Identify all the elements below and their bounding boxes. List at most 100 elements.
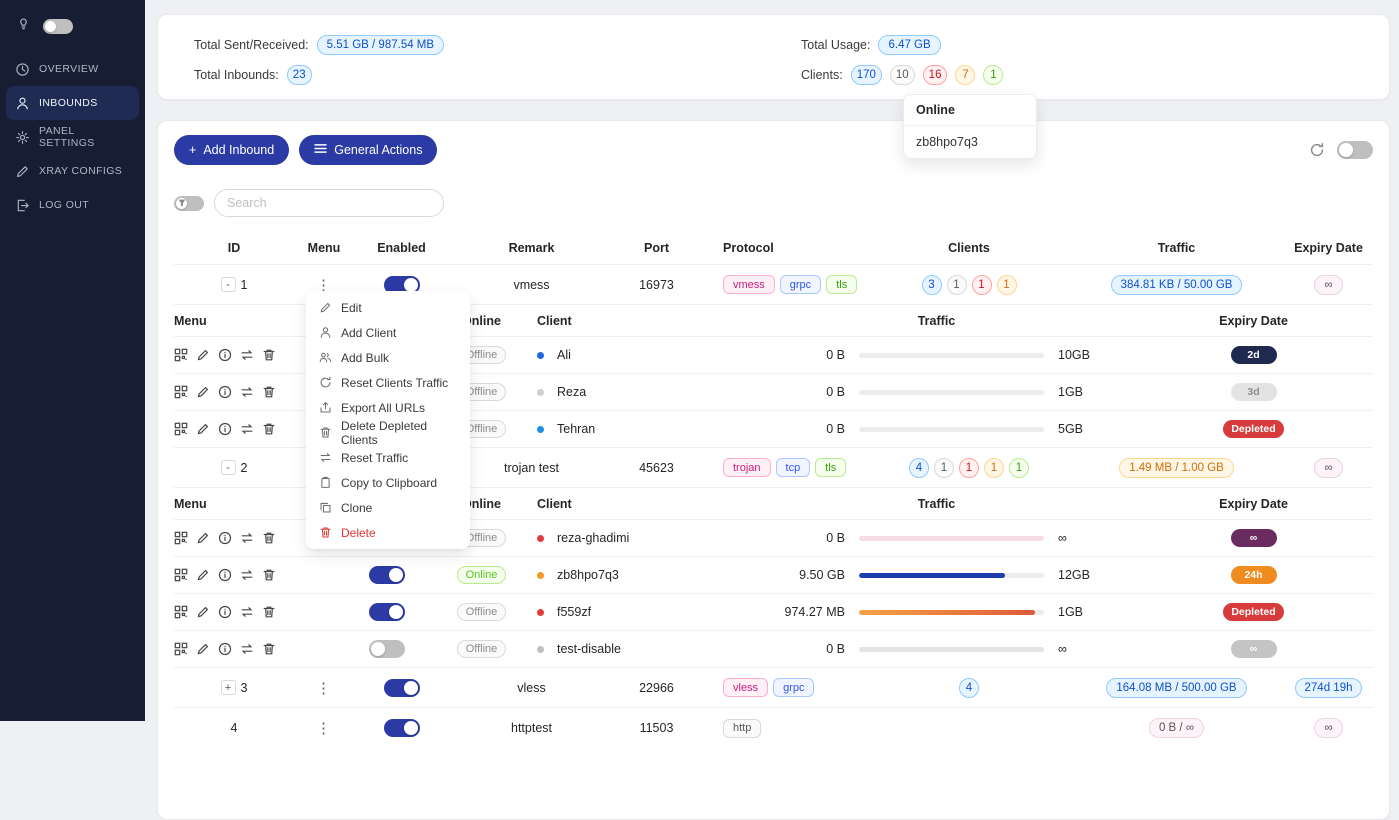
- edit-icon[interactable]: [196, 348, 210, 362]
- client-traffic-cell: 0 B 1GB: [739, 385, 1134, 399]
- inbound-row: 4 ⋮ httptest 11503 http 0 B / ∞ ∞: [174, 708, 1373, 748]
- menu-item-add-client[interactable]: Add Client: [310, 320, 466, 345]
- reset-traffic-icon[interactable]: [240, 348, 254, 362]
- delete-icon[interactable]: [262, 422, 276, 436]
- traffic-bar: [859, 573, 1044, 578]
- client-enabled-toggle[interactable]: [369, 603, 405, 621]
- info-icon[interactable]: [218, 568, 232, 582]
- inbound-id: 4: [231, 721, 238, 735]
- reset-traffic-icon[interactable]: [240, 568, 254, 582]
- protocol-badge: tls: [826, 275, 857, 294]
- delete-icon[interactable]: [262, 531, 276, 545]
- clients-online-badge[interactable]: 1: [983, 65, 1003, 85]
- client-count-badge: 4: [909, 458, 929, 478]
- edit-icon[interactable]: [196, 605, 210, 619]
- pencil-icon: [15, 164, 30, 179]
- row-menu-button[interactable]: ⋮: [310, 679, 338, 697]
- menu-item-delete-depleted-clients[interactable]: Delete Depleted Clients: [310, 420, 466, 445]
- menu-item-export-all-urls[interactable]: Export All URLs: [310, 395, 466, 420]
- client-online-cell: Offline: [434, 640, 529, 658]
- swap-icon: [319, 451, 332, 464]
- menu-item-add-bulk[interactable]: Add Bulk: [310, 345, 466, 370]
- client-name-cell: test-disable: [529, 642, 739, 656]
- auto-refresh-toggle[interactable]: [1337, 141, 1373, 159]
- menu-item-copy-to-clipboard[interactable]: Copy to Clipboard: [310, 470, 466, 495]
- sidebar-item-overview[interactable]: OVERVIEW: [0, 52, 145, 86]
- edit-icon[interactable]: [196, 531, 210, 545]
- filter-toggle[interactable]: [174, 196, 204, 211]
- client-actions: [174, 642, 339, 656]
- sidebar-item-panel-settings[interactable]: PANEL SETTINGS: [0, 120, 145, 154]
- protocol-badge: vmess: [723, 275, 775, 294]
- traffic-used: 0 B: [773, 422, 845, 436]
- id-cell: + 3: [174, 680, 294, 695]
- remark-cell: httptest: [449, 721, 614, 735]
- stat-label: Clients:: [801, 68, 843, 82]
- edit-icon[interactable]: [196, 642, 210, 656]
- qr-code-icon[interactable]: [174, 568, 188, 582]
- menu-item-edit[interactable]: Edit: [310, 295, 466, 320]
- sidebar-item-xray-configs[interactable]: XRAY CONFIGS: [0, 154, 145, 188]
- general-actions-button[interactable]: General Actions: [299, 135, 437, 165]
- stat-label: Total Sent/Received:: [194, 38, 309, 52]
- info-icon[interactable]: [218, 348, 232, 362]
- traffic-used: 9.50 GB: [773, 568, 845, 582]
- qr-code-icon[interactable]: [174, 642, 188, 656]
- qr-code-icon[interactable]: [174, 422, 188, 436]
- qr-code-icon[interactable]: [174, 385, 188, 399]
- client-actions: [174, 605, 339, 619]
- expand-row-button[interactable]: +: [221, 680, 236, 695]
- refresh-icon[interactable]: [1309, 142, 1325, 158]
- client-name-cell: Tehran: [529, 422, 739, 436]
- info-icon[interactable]: [218, 642, 232, 656]
- info-icon[interactable]: [218, 422, 232, 436]
- enabled-toggle[interactable]: [384, 679, 420, 697]
- traffic-bar: [859, 353, 1044, 358]
- protocol-cell: http: [699, 719, 869, 738]
- collapse-row-button[interactable]: -: [221, 277, 236, 292]
- traffic-used: 0 B: [773, 348, 845, 362]
- delete-icon[interactable]: [262, 605, 276, 619]
- add-inbound-button[interactable]: + Add Inbound: [174, 135, 289, 165]
- reset-traffic-icon[interactable]: [240, 385, 254, 399]
- client-header-client: Client: [529, 497, 739, 511]
- qr-code-icon[interactable]: [174, 348, 188, 362]
- client-enabled-toggle[interactable]: [369, 640, 405, 658]
- delete-icon[interactable]: [262, 568, 276, 582]
- reset-traffic-icon[interactable]: [240, 605, 254, 619]
- sidebar-item-inbounds[interactable]: INBOUNDS: [6, 86, 139, 120]
- qr-code-icon[interactable]: [174, 531, 188, 545]
- enabled-toggle[interactable]: [384, 719, 420, 737]
- row-menu-button[interactable]: ⋮: [310, 719, 338, 737]
- reset-traffic-icon[interactable]: [240, 531, 254, 545]
- client-enabled-cell: [339, 603, 434, 621]
- search-input[interactable]: [214, 189, 444, 217]
- reset-traffic-icon[interactable]: [240, 422, 254, 436]
- info-icon[interactable]: [218, 605, 232, 619]
- edit-icon[interactable]: [196, 568, 210, 582]
- edit-icon[interactable]: [196, 385, 210, 399]
- client-status-dot: [537, 389, 544, 396]
- stat-label: Total Usage:: [801, 38, 870, 52]
- stat-value-badge: 6.47 GB: [878, 35, 940, 55]
- reset-traffic-icon[interactable]: [240, 642, 254, 656]
- delete-icon[interactable]: [262, 642, 276, 656]
- collapse-row-button[interactable]: -: [221, 460, 236, 475]
- delete-icon[interactable]: [262, 385, 276, 399]
- menu-item-reset-clients-traffic[interactable]: Reset Clients Traffic: [310, 370, 466, 395]
- trash-icon: [319, 526, 332, 539]
- qr-code-icon[interactable]: [174, 605, 188, 619]
- menu-item-delete[interactable]: Delete: [310, 520, 466, 545]
- header-port: Port: [614, 241, 699, 255]
- client-enabled-toggle[interactable]: [369, 566, 405, 584]
- info-icon[interactable]: [218, 531, 232, 545]
- client-actions: [174, 568, 339, 582]
- edit-icon[interactable]: [196, 422, 210, 436]
- client-name-cell: Ali: [529, 348, 739, 362]
- theme-toggle[interactable]: [43, 19, 73, 34]
- menu-item-clone[interactable]: Clone: [310, 495, 466, 520]
- delete-icon[interactable]: [262, 348, 276, 362]
- sidebar-item-log-out[interactable]: LOG OUT: [0, 188, 145, 222]
- menu-item-reset-traffic[interactable]: Reset Traffic: [310, 445, 466, 470]
- info-icon[interactable]: [218, 385, 232, 399]
